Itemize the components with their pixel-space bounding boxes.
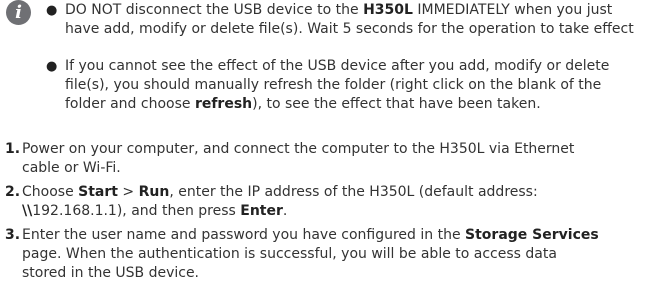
bullet-dot-icon: ● [46, 3, 58, 18]
text-line: folder and choose refresh), to see the e… [65, 96, 541, 112]
info-icon: i [6, 0, 31, 25]
bold-term: H350L [363, 2, 413, 18]
step-text: Enter the user name and password you hav… [22, 226, 664, 283]
text-line: cable or Wi-Fi. [22, 160, 121, 176]
bold-term: Start [78, 184, 118, 200]
text-line: page. When the authentication is success… [22, 246, 557, 262]
note-block: i ● DO NOT disconnect the USB device to … [0, 0, 667, 144]
text-line: If you cannot see the effect of the USB … [65, 58, 610, 74]
info-icon-glyph: i [15, 2, 22, 23]
text-line: Choose Start > Run, enter the IP address… [22, 184, 538, 200]
text-line: Enter the user name and password you hav… [22, 227, 599, 243]
note-bullet-text: If you cannot see the effect of the USB … [65, 57, 665, 114]
text-line: Power on your computer, and connect the … [22, 141, 575, 157]
bold-term: \\ [22, 203, 33, 219]
step-text: Choose Start > Run, enter the IP address… [22, 183, 664, 221]
step-number: 2. [5, 184, 21, 200]
step-text: Power on your computer, and connect the … [22, 140, 664, 178]
bold-term: Storage Services [465, 227, 599, 243]
step-number: 3. [5, 227, 21, 243]
text-line: \\192.168.1.1), and then press Enter. [22, 203, 288, 219]
text-line: have add, modify or delete file(s). Wait… [65, 21, 634, 37]
note-bullet-text: DO NOT disconnect the USB device to the … [65, 1, 665, 39]
text-line: stored in the USB device. [22, 265, 200, 281]
text-line: DO NOT disconnect the USB device to the … [65, 2, 613, 18]
bold-term: Enter [240, 203, 283, 219]
step-number: 1. [5, 141, 21, 157]
bold-term: Run [138, 184, 170, 200]
bullet-dot-icon: ● [46, 59, 58, 74]
text-line: file(s), you should manually refresh the… [65, 77, 602, 93]
bold-term: refresh [194, 96, 253, 112]
